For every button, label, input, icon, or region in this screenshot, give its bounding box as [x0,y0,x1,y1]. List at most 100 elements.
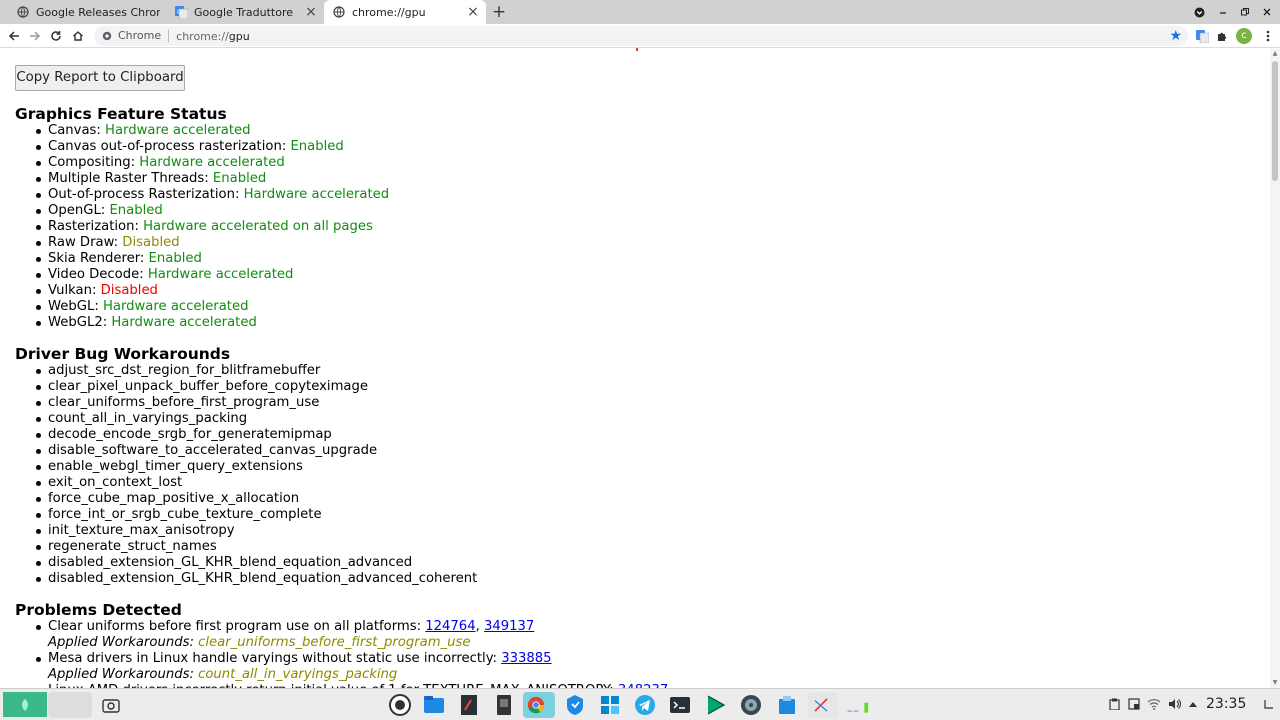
show-desktop-icon[interactable] [1262,697,1276,711]
address-bar[interactable]: Chrome chrome://gpu ★ [94,26,1188,46]
taskbar-window-slot[interactable] [48,692,92,718]
feature-status-item: WebGL2: Hardware accelerated [35,315,389,331]
feature-status-value: Hardware accelerated [102,299,249,314]
chrome-taskbar-icon[interactable] [523,692,555,718]
forward-arrow-icon[interactable] [25,26,45,46]
scroll-up-icon[interactable]: ▲ [1270,49,1280,59]
applied-label: Applied Workarounds: [48,667,199,682]
applied-value: clear_uniforms_before_first_program_use [198,635,471,650]
address-url[interactable]: chrome://gpu [169,30,250,43]
text-editor-icon[interactable] [456,692,482,718]
start-menu-button[interactable] [3,692,47,717]
tab-chrome-gpu[interactable]: chrome://gpu × [324,0,486,24]
scrollbar-thumb[interactable] [1272,61,1278,181]
feature-name: Out-of-process Rasterization: [48,187,244,202]
back-arrow-icon[interactable] [4,26,24,46]
bug-link[interactable]: 349137 [484,619,534,634]
feature-status-item: Rasterization: Hardware accelerated on a… [35,219,389,235]
terminal-icon[interactable] [667,692,693,718]
copy-report-button[interactable]: Copy Report to Clipboard [15,65,185,91]
problem-text: Mesa drivers in Linux handle varyings wi… [48,651,502,666]
notes-icon[interactable] [1127,697,1141,711]
bug-link[interactable]: 333885 [501,651,551,666]
applied-workarounds: Applied Workarounds: count_all_in_varyin… [48,667,668,683]
link-separator: , [475,619,484,634]
globe-icon [16,5,30,19]
update-manager-icon[interactable] [562,692,588,718]
workaround-item: exit_on_context_lost [35,475,477,491]
scroll-down-icon[interactable]: ▼ [1270,678,1280,688]
workaround-item: disabled_extension_GL_KHR_blend_equation… [35,555,477,571]
feature-name: Canvas out-of-process rasterization: [48,139,291,154]
wifi-icon[interactable] [1147,697,1161,711]
volume-icon[interactable] [1167,697,1181,711]
close-icon[interactable]: × [304,5,318,19]
media-player-icon[interactable] [702,692,728,718]
close-icon[interactable]: × [466,5,480,19]
url-scheme: chrome:// [176,29,229,43]
tab-strip: Google Releases Chrome 96 v G Google Tra… [0,0,1280,24]
tab-chrome-96-article[interactable]: Google Releases Chrome 96 v [8,0,166,24]
screenshot-tool-icon[interactable] [98,692,124,718]
tray-expand-icon[interactable] [1186,697,1200,711]
problem-item: Clear uniforms before first program use … [35,619,668,635]
document-viewer-icon[interactable] [491,692,517,718]
feature-name: Multiple Raster Threads: [48,171,213,186]
file-manager-icon[interactable] [421,692,447,718]
new-tab-plus-icon[interactable]: + [488,1,510,23]
telegram-icon[interactable] [632,692,658,718]
feature-status-value: Enabled [148,251,202,266]
chrome-page-info-icon[interactable] [98,31,116,41]
close-window-icon[interactable] [1256,0,1278,24]
feature-status-item: Out-of-process Rasterization: Hardware a… [35,187,389,203]
cpu-monitor-icon [846,692,880,718]
workaround-item: regenerate_struct_names [35,539,477,555]
graphics-app-icon[interactable] [808,692,838,718]
feature-status-heading: Graphics Feature Status [15,105,227,123]
feature-status-item: Multiple Raster Threads: Enabled [35,171,389,187]
minimize-icon[interactable] [1212,0,1234,24]
extensions-puzzle-icon[interactable] [1212,26,1232,46]
feature-status-item: Raw Draw: Disabled [35,235,389,251]
feature-status-item: Video Decode: Hardware accelerated [35,267,389,283]
google-translate-icon: G [174,5,188,19]
translate-extension-icon[interactable] [1192,26,1212,46]
profile-avatar[interactable]: c [1236,28,1252,44]
tab-search-icon[interactable] [1188,0,1210,24]
clipboard-icon[interactable] [1107,697,1121,711]
problem-item: Mesa drivers in Linux handle varyings wi… [35,651,668,667]
feature-status-value: Disabled [122,235,180,250]
feature-name: WebGL: [48,299,103,314]
address-chip: Chrome [116,30,170,42]
workaround-item: clear_pixel_unpack_buffer_before_copytex… [35,379,477,395]
feature-name: Video Decode: [48,267,148,282]
problems-list: Clear uniforms before first program use … [35,619,668,688]
system-monitor-icon[interactable] [387,692,413,718]
page-scrollbar[interactable]: ▲ ▼ [1270,49,1280,688]
reload-icon[interactable] [46,26,66,46]
workarounds-list: adjust_src_dst_region_for_blitframebuffe… [35,363,477,587]
app-store-icon[interactable] [597,692,623,718]
package-installer-icon[interactable] [774,692,800,718]
clock[interactable]: 23:35 [1206,696,1246,712]
feature-name: Compositing: [48,155,140,170]
disk-utility-icon[interactable] [738,692,764,718]
workarounds-heading: Driver Bug Workarounds [15,345,231,363]
bug-link[interactable]: 124764 [425,619,475,634]
feature-status-item: Skia Renderer: Enabled [35,251,389,267]
feature-status-value: Disabled [100,283,158,298]
problems-heading: Problems Detected [15,601,182,619]
feature-name: Rasterization: [48,219,144,234]
tab-google-translate[interactable]: G Google Traduttore × [166,0,324,24]
feature-name: Canvas: [48,123,106,138]
feature-status-list: Canvas: Hardware accelerated Canvas out-o… [35,123,389,331]
menu-kebab-icon[interactable] [1258,26,1278,46]
feature-status-value: Enabled [109,203,163,218]
applied-workarounds: Applied Workarounds: clear_uniforms_befo… [48,635,668,651]
home-icon[interactable] [68,26,88,46]
workaround-item: decode_encode_srgb_for_generatemipmap [35,427,477,443]
feature-status-item: Canvas out-of-process rasterization: Ena… [35,139,389,155]
bookmark-star-icon[interactable]: ★ [1169,28,1182,44]
feature-status-item: WebGL: Hardware accelerated [35,299,389,315]
restore-icon[interactable] [1234,0,1256,24]
